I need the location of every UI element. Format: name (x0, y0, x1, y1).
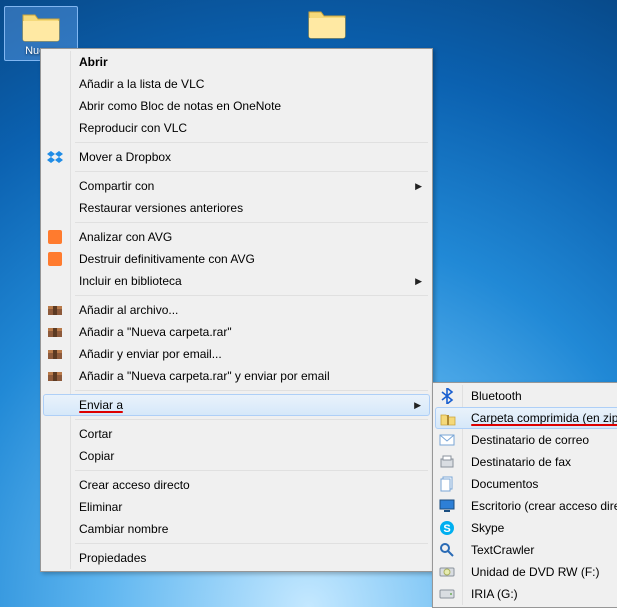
winrar-icon (46, 301, 64, 319)
sendto-desktop[interactable]: Escritorio (crear acceso directo) (435, 495, 617, 517)
winrar-icon (46, 345, 64, 363)
sendto-dvd[interactable]: Unidad de DVD RW (F:) (435, 561, 617, 583)
separator (75, 171, 428, 172)
sendto-mail[interactable]: Destinatario de correo (435, 429, 617, 451)
separator (75, 470, 428, 471)
menu-shortcut[interactable]: Crear acceso directo (43, 474, 430, 496)
menu-rar-named-email[interactable]: Añadir a "Nueva carpeta.rar" y enviar po… (43, 365, 430, 387)
fax-icon (438, 453, 456, 471)
sendto-documents[interactable]: Documentos (435, 473, 617, 495)
sendto-textcrawler[interactable]: TextCrawler (435, 539, 617, 561)
separator (75, 390, 428, 391)
context-menu: Abrir Añadir a la lista de VLC Abrir com… (40, 48, 433, 572)
separator (75, 419, 428, 420)
sendto-bluetooth[interactable]: Bluetooth (435, 385, 617, 407)
sendto-skype[interactable]: S Skype (435, 517, 617, 539)
avg-icon (46, 228, 64, 246)
menu-library[interactable]: Incluir en biblioteca▶ (43, 270, 430, 292)
bluetooth-icon (438, 387, 456, 405)
menu-rename[interactable]: Cambiar nombre (43, 518, 430, 540)
menu-onenote[interactable]: Abrir como Bloc de notas en OneNote (43, 95, 430, 117)
menu-avg-shred[interactable]: Destruir definitivamente con AVG (43, 248, 430, 270)
menu-open[interactable]: Abrir (43, 51, 430, 73)
menu-dropbox[interactable]: Mover a Dropbox (43, 146, 430, 168)
menu-send-to[interactable]: Enviar a▶ (43, 394, 430, 416)
menu-rar-add-named[interactable]: Añadir a "Nueva carpeta.rar" (43, 321, 430, 343)
separator (75, 222, 428, 223)
sendto-iria[interactable]: IRIA (G:) (435, 583, 617, 605)
menu-properties[interactable]: Propiedades (43, 547, 430, 569)
menu-rar-add[interactable]: Añadir al archivo... (43, 299, 430, 321)
folder-icon (21, 9, 61, 43)
menu-vlc-add[interactable]: Añadir a la lista de VLC (43, 73, 430, 95)
folder-icon (307, 6, 347, 40)
zip-folder-icon (439, 410, 457, 428)
sendto-submenu: Bluetooth Carpeta comprimida (en zip) De… (432, 382, 617, 608)
menu-vlc-play[interactable]: Reproducir con VLC (43, 117, 430, 139)
winrar-icon (46, 323, 64, 341)
menu-cut[interactable]: Cortar (43, 423, 430, 445)
avg-icon (46, 250, 64, 268)
skype-icon: S (438, 519, 456, 537)
submenu-arrow-icon: ▶ (415, 175, 422, 197)
folder-icon[interactable] (290, 6, 364, 42)
dvd-drive-icon (438, 563, 456, 581)
menu-avg-scan[interactable]: Analizar con AVG (43, 226, 430, 248)
menu-delete[interactable]: Eliminar (43, 496, 430, 518)
menu-copy[interactable]: Copiar (43, 445, 430, 467)
winrar-icon (46, 367, 64, 385)
submenu-arrow-icon: ▶ (414, 395, 421, 415)
sendto-fax[interactable]: Destinatario de fax (435, 451, 617, 473)
submenu-arrow-icon: ▶ (415, 270, 422, 292)
svg-text:S: S (443, 523, 450, 535)
sendto-zip[interactable]: Carpeta comprimida (en zip) (435, 407, 617, 429)
menu-rar-email[interactable]: Añadir y enviar por email... (43, 343, 430, 365)
desktop-icon (438, 497, 456, 515)
textcrawler-icon (438, 541, 456, 559)
separator (75, 543, 428, 544)
documents-icon (438, 475, 456, 493)
separator (75, 142, 428, 143)
mail-icon (438, 431, 456, 449)
dropbox-icon (46, 148, 64, 166)
menu-share[interactable]: Compartir con▶ (43, 175, 430, 197)
desktop[interactable]: Nueva Abrir Añadir a la lista de VLC Abr… (0, 0, 617, 607)
drive-icon (438, 585, 456, 603)
menu-restore-versions[interactable]: Restaurar versiones anteriores (43, 197, 430, 219)
separator (75, 295, 428, 296)
